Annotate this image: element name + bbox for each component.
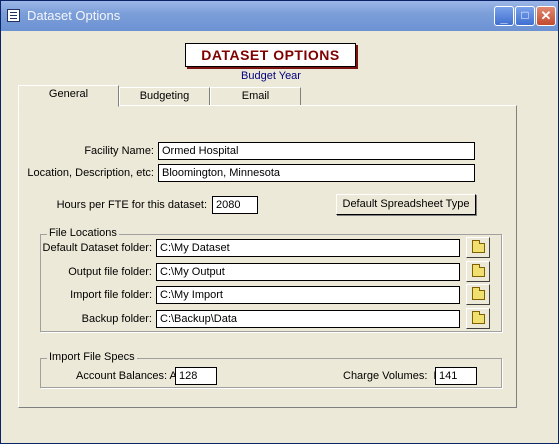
account-balances-label: Account Balances: A <box>76 370 177 382</box>
close-button[interactable]: ✕ <box>536 6 556 26</box>
window-title: Dataset Options <box>27 8 121 23</box>
tab-budgeting[interactable]: Budgeting <box>119 87 210 106</box>
folder-icon <box>472 287 485 300</box>
browse-backup-folder-button[interactable] <box>466 308 490 329</box>
tab-general[interactable]: General <box>18 85 119 107</box>
browse-dataset-folder-button[interactable] <box>466 237 490 258</box>
location-input[interactable]: Bloomington, Minnesota <box>158 164 475 182</box>
backup-folder-label: Backup folder: <box>81 313 152 325</box>
backup-folder-input[interactable]: C:\Backup\Data <box>156 310 460 328</box>
form-icon <box>7 9 20 22</box>
minimize-icon: _ <box>500 10 508 25</box>
page-subtitle: Budget Year <box>241 70 301 82</box>
charge-volumes-input[interactable]: 141 <box>435 367 477 385</box>
hours-per-fte-label: Hours per FTE for this dataset: <box>56 199 207 211</box>
title-bar[interactable]: Dataset Options _ □ ✕ <box>1 1 558 31</box>
maximize-icon: □ <box>521 8 529 22</box>
location-label: Location, Description, etc: <box>27 167 154 179</box>
dataset-options-window: Dataset Options _ □ ✕ DATASET OPTIONS Bu… <box>0 0 559 444</box>
header-box: DATASET OPTIONS <box>185 43 356 67</box>
file-locations-label: File Locations <box>47 227 119 239</box>
folder-icon <box>472 264 485 277</box>
import-file-specs-label: Import File Specs <box>47 351 137 363</box>
minimize-button[interactable]: _ <box>494 6 514 26</box>
charge-volumes-label: Charge Volumes: P <box>343 370 441 382</box>
facility-name-label: Facility Name: <box>84 145 154 157</box>
default-spreadsheet-type-button[interactable]: Default Spreadsheet Type <box>336 194 476 215</box>
browse-output-folder-button[interactable] <box>466 261 490 282</box>
facility-name-input[interactable]: Ormed Hospital <box>158 142 475 160</box>
dataset-folder-label: Default Dataset folder: <box>42 242 152 254</box>
folder-icon <box>472 240 485 253</box>
account-balances-input[interactable]: 128 <box>175 367 217 385</box>
close-icon: ✕ <box>540 8 552 23</box>
dataset-folder-input[interactable]: C:\My Dataset <box>156 239 460 257</box>
hours-per-fte-input[interactable]: 2080 <box>212 196 258 214</box>
output-folder-input[interactable]: C:\My Output <box>156 263 460 281</box>
import-folder-input[interactable]: C:\My Import <box>156 286 460 304</box>
output-folder-label: Output file folder: <box>68 266 152 278</box>
import-folder-label: Import file folder: <box>70 289 152 301</box>
folder-icon <box>472 311 485 324</box>
browse-import-folder-button[interactable] <box>466 284 490 305</box>
maximize-button[interactable]: □ <box>515 6 535 26</box>
tab-email[interactable]: Email <box>210 87 301 106</box>
page-title: DATASET OPTIONS <box>201 47 340 63</box>
